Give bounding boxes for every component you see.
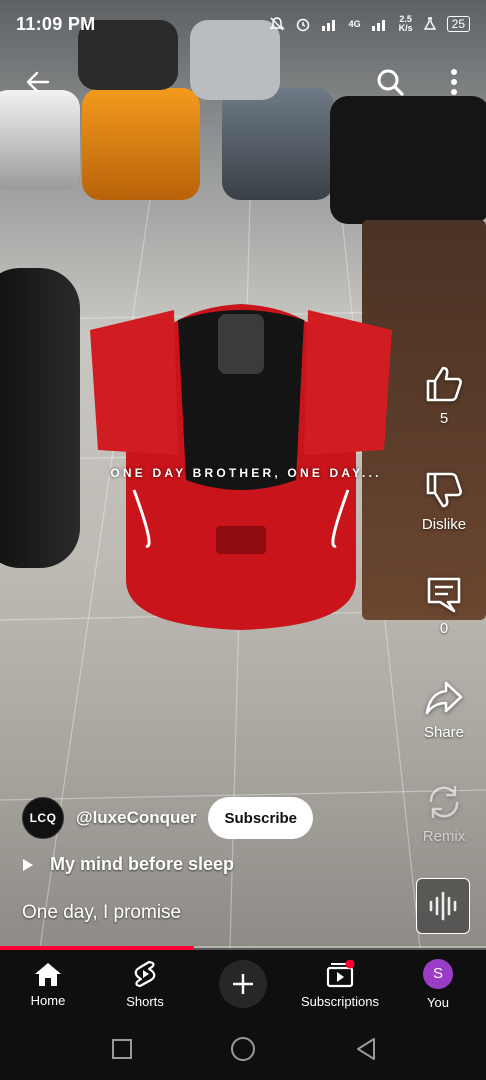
car-grey — [222, 88, 334, 200]
signal-icon — [321, 20, 335, 31]
back-arrow-icon — [26, 71, 50, 93]
nav-you[interactable]: S You — [390, 950, 486, 1018]
car-white — [0, 90, 80, 190]
nav-shorts[interactable]: Shorts — [97, 950, 193, 1018]
home-icon — [35, 962, 61, 986]
status-bar: 11:09 PM 4G 2.5 K/s 25 — [0, 0, 486, 48]
share-icon — [425, 681, 463, 715]
audio-button[interactable] — [416, 878, 470, 934]
remix-label: Remix — [422, 828, 466, 845]
share-button[interactable]: Share — [408, 678, 480, 741]
nav-shorts-label: Shorts — [126, 993, 164, 1009]
back-button[interactable] — [20, 64, 56, 100]
signal-icon-2 — [371, 20, 385, 31]
alarm-icon — [296, 18, 309, 32]
subscriptions-icon — [326, 959, 355, 987]
dislike-icon — [426, 472, 462, 508]
car-orange — [82, 88, 200, 200]
system-nav-bar — [0, 1018, 486, 1080]
triangle-back-icon — [357, 1038, 375, 1060]
car-black-left — [0, 268, 80, 568]
circle-icon — [231, 1037, 255, 1061]
remix-icon — [429, 786, 459, 818]
video-overlay-caption: ONE DAY BROTHER, ONE DAY... — [110, 466, 382, 480]
mute-icon — [268, 17, 285, 31]
nav-you-label: You — [427, 994, 449, 1010]
comments-count: 0 — [439, 620, 449, 637]
nav-subscriptions[interactable]: Subscriptions — [292, 950, 388, 1018]
remix-button[interactable]: Remix — [408, 782, 480, 845]
status-time: 11:09 PM — [16, 13, 96, 34]
recents-button[interactable] — [102, 1032, 142, 1066]
red-supercar — [90, 304, 392, 630]
nav-home[interactable]: Home — [0, 950, 96, 1018]
dislike-button[interactable]: Dislike — [408, 470, 480, 533]
channel-handle[interactable]: @luxeConquer — [76, 808, 196, 828]
sound-title: My mind before sleep — [50, 854, 235, 874]
back-system-button[interactable] — [346, 1032, 386, 1066]
channel-row: LCQ @luxeConquer Subscribe — [22, 796, 314, 840]
car-black-right — [330, 96, 486, 224]
battery-indicator: 25 — [446, 16, 470, 32]
status-icons: 4G 2.5 K/s 25 — [268, 14, 470, 33]
nav-subscriptions-label: Subscriptions — [300, 993, 380, 1009]
shorts-icon — [134, 960, 156, 987]
search-button[interactable] — [372, 64, 408, 100]
like-button[interactable]: 5 — [408, 364, 480, 427]
sound-row[interactable]: My mind before sleep — [22, 854, 234, 875]
home-system-button[interactable] — [223, 1032, 263, 1066]
search-icon — [377, 69, 404, 96]
share-label: Share — [423, 724, 465, 741]
like-count: 5 — [439, 410, 449, 427]
comment-icon — [427, 577, 461, 613]
channel-avatar[interactable]: LCQ — [22, 797, 64, 839]
nav-home-label: Home — [30, 992, 66, 1008]
video-title[interactable]: One day, I promise — [22, 902, 181, 924]
you-avatar: S — [423, 958, 453, 989]
more-vert-icon — [451, 69, 457, 95]
comments-button[interactable]: 0 — [408, 574, 480, 637]
square-icon — [112, 1039, 132, 1059]
plus-icon — [233, 974, 253, 994]
network-type: 4G — [348, 19, 361, 29]
subscribe-button[interactable]: Subscribe — [208, 797, 314, 839]
net-speed: 2.5 K/s — [398, 14, 413, 33]
more-options-button[interactable] — [440, 64, 468, 100]
like-icon — [426, 366, 462, 402]
play-icon — [23, 858, 33, 871]
flask-icon — [423, 17, 436, 30]
audio-wave-icon — [429, 891, 457, 921]
dislike-label: Dislike — [421, 516, 467, 533]
create-button[interactable] — [219, 960, 267, 1008]
